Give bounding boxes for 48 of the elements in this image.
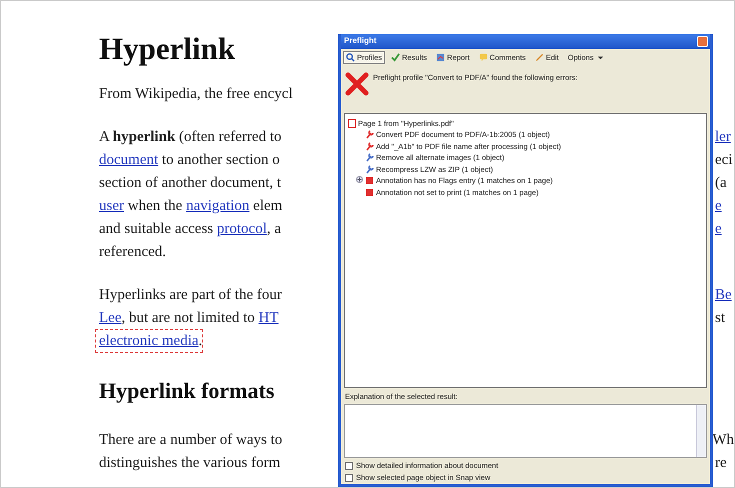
window-title: Preflight: [344, 35, 376, 48]
link[interactable]: document: [99, 152, 158, 168]
link[interactable]: ler: [715, 129, 731, 145]
text-fragment: Hyperlinks are part of the four: [99, 287, 282, 303]
page-title: Hyperlink: [99, 30, 236, 68]
text-fragment: when the: [126, 198, 184, 214]
wrench-icon: [365, 130, 374, 140]
link[interactable]: navigation: [186, 198, 250, 214]
page-icon: [348, 118, 356, 128]
text-fragment: A hyperlink (often referred to: [99, 129, 282, 145]
link[interactable]: e: [715, 198, 722, 214]
text-fragment: to another section o: [160, 152, 280, 168]
close-button[interactable]: [697, 36, 708, 47]
text-fragment: , a: [266, 221, 282, 237]
text-fragment: re: [715, 455, 727, 471]
search-icon: [346, 52, 355, 62]
link[interactable]: Lee: [99, 310, 122, 326]
link[interactable]: e: [715, 221, 722, 237]
text-fragment: (a: [715, 175, 727, 191]
text-fragment: and suitable access: [99, 221, 214, 237]
expand-toggle[interactable]: [356, 175, 363, 186]
text-fragment: There are a number of ways to: [99, 432, 282, 448]
text-fragment: distinguishes the various form: [99, 455, 280, 471]
comment-icon: [478, 52, 488, 62]
text-fragment: elem: [252, 198, 282, 214]
text-fragment: .: [198, 333, 202, 349]
text-fragment: , but are not limited to: [121, 310, 256, 326]
text-fragment: st: [715, 310, 726, 326]
text-fragment: Hyperlink formats: [99, 378, 274, 403]
link[interactable]: Be: [715, 287, 732, 303]
wrench-icon: [365, 164, 374, 174]
report-icon: [436, 52, 446, 62]
scrollbar[interactable]: [696, 405, 706, 457]
checkbox[interactable]: [345, 474, 353, 482]
link[interactable]: HT: [258, 310, 279, 326]
wrench-icon: [365, 142, 374, 151]
text-fragment: From Wikipedia, the free encycl: [99, 86, 293, 102]
wrench-icon: [365, 153, 374, 162]
pencil-icon: [534, 52, 544, 62]
error-cross-icon: [345, 72, 369, 96]
checkbox[interactable]: [345, 462, 353, 470]
text-fragment: section of another document, t: [99, 175, 282, 191]
text-fragment: eci: [715, 152, 732, 168]
link[interactable]: protocol: [216, 221, 267, 237]
text-fragment: Wh: [712, 432, 734, 448]
text-fragment: referenced.: [99, 244, 166, 260]
link[interactable]: user: [99, 198, 124, 214]
check-icon: [391, 52, 400, 62]
